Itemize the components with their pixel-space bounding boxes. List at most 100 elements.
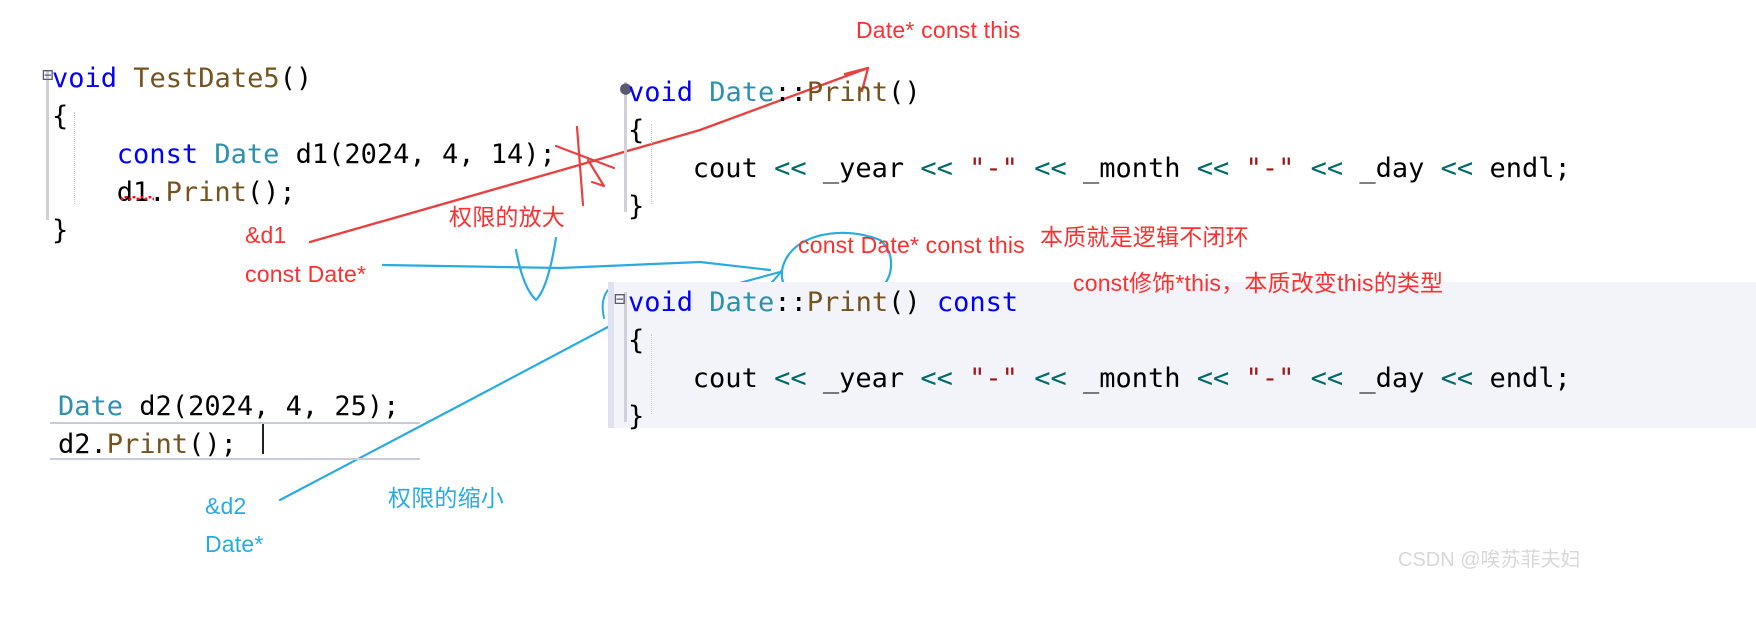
code-token: } — [52, 215, 69, 246]
code-token: d1( — [279, 139, 345, 170]
code-line[interactable]: d2.Print(); — [58, 426, 399, 464]
code-token: { — [628, 115, 645, 146]
code-token: 4 — [441, 139, 459, 170]
code-token: Date — [709, 287, 775, 318]
code-token: 14 — [490, 139, 524, 170]
code-token: void — [628, 287, 710, 318]
code-token: Date — [58, 391, 124, 422]
code-token: << — [1440, 153, 1474, 184]
code-token: << — [920, 363, 953, 394]
code-token: << — [1034, 153, 1067, 184]
collapse-glyph-lower-right[interactable]: ⊟ — [614, 290, 625, 309]
code-token: "-" — [1245, 363, 1295, 394]
code-token: << — [1440, 363, 1474, 394]
code-token: } — [628, 191, 645, 222]
code-token: Date — [214, 139, 280, 170]
code-token: _month — [1066, 153, 1197, 184]
code-token: :: — [774, 287, 807, 318]
text-caret — [262, 424, 264, 454]
annotation-const-date-ptr: const Date* — [245, 261, 367, 287]
code-token: _year — [806, 363, 921, 394]
code-token: () — [279, 63, 313, 94]
annotation-quanxian-suoxiao: 权限的缩小 — [388, 485, 504, 511]
code-token: 2024 — [344, 139, 410, 170]
code-token: } — [628, 401, 645, 432]
annotation-const-date-const-this: const Date* const this — [798, 232, 1025, 258]
code-block-d2[interactable]: Date d2(2024, 4, 25); d2.Print(); — [58, 388, 399, 464]
code-token: Print — [106, 429, 189, 460]
code-token: TestDate5 — [133, 63, 280, 94]
code-token: ); — [366, 391, 400, 422]
code-token: endl; — [1473, 153, 1571, 184]
collapse-bar-lower-right — [624, 292, 627, 422]
annotation-benzhi-luoji: 本质就是逻辑不闭环 — [1040, 224, 1249, 250]
code-token: cout — [692, 153, 775, 184]
code-token: , — [301, 391, 335, 422]
code-line[interactable]: { — [628, 322, 1571, 360]
code-line[interactable]: { — [52, 98, 556, 136]
code-token: 25 — [334, 391, 367, 422]
code-line[interactable]: Date d2(2024, 4, 25); — [58, 388, 399, 426]
collapse-bar-upper-right — [624, 82, 627, 212]
annotation-date-const-this: Date* const this — [856, 17, 1021, 43]
code-line[interactable]: void TestDate5() — [52, 60, 556, 98]
code-line[interactable]: } — [628, 398, 1571, 436]
error-squiggle-d1 — [120, 196, 154, 201]
code-token: << — [1310, 363, 1344, 394]
collapse-bar-upper-left — [46, 70, 49, 220]
code-line[interactable]: cout << _year << "-" << _month << "-" <<… — [628, 150, 1571, 188]
code-token: "-" — [969, 153, 1018, 184]
code-token: << — [774, 363, 807, 394]
code-block-print-const[interactable]: void Date::Print() const{cout << _year <… — [628, 284, 1571, 436]
code-token: { — [52, 101, 69, 132]
code-line[interactable]: cout << _year << "-" << _month << "-" <<… — [628, 360, 1571, 398]
code-token: void — [628, 77, 710, 108]
code-token: << — [774, 153, 807, 184]
code-token: () — [888, 287, 937, 318]
code-token: << — [1034, 363, 1067, 394]
code-token: "-" — [969, 363, 1018, 394]
annotation-amp-d1: &d1 — [245, 222, 287, 248]
code-token: , — [253, 391, 286, 422]
code-token: , — [458, 139, 491, 170]
code-token: d2( — [123, 391, 189, 422]
code-token: _month — [1066, 363, 1197, 394]
code-token: 2024 — [188, 391, 254, 422]
code-token: void — [52, 63, 134, 94]
code-token: << — [1196, 153, 1230, 184]
code-line[interactable]: void Date::Print() — [628, 74, 1571, 112]
code-token: d1. — [116, 177, 166, 208]
code-token: const — [116, 139, 215, 170]
annotation-quanxian-fangda: 权限的放大 — [449, 204, 565, 230]
code-block-print-nonconst[interactable]: void Date::Print(){cout << _year << "-" … — [628, 74, 1571, 226]
code-token: << — [920, 153, 953, 184]
code-token: const — [936, 287, 1019, 318]
code-token: _day — [1343, 363, 1441, 394]
code-token: Print — [165, 177, 247, 208]
red-strike-mark — [554, 125, 616, 207]
code-token: () — [888, 77, 921, 108]
code-token: (); — [246, 177, 296, 208]
code-token: ); — [523, 139, 556, 170]
code-token: (); — [188, 429, 237, 460]
code-token: 4 — [285, 391, 302, 422]
code-token: endl; — [1473, 363, 1571, 394]
code-token: _year — [806, 153, 921, 184]
code-line[interactable]: const Date d1(2024, 4, 14); — [52, 136, 556, 174]
code-token: { — [628, 325, 645, 356]
code-token: << — [1196, 363, 1230, 394]
code-token: Date — [709, 77, 775, 108]
blue-line-const-date-ptr — [381, 260, 772, 272]
code-token: << — [1310, 153, 1344, 184]
code-line[interactable]: { — [628, 112, 1571, 150]
code-token: Print — [806, 287, 889, 318]
code-token: d2. — [58, 429, 107, 460]
